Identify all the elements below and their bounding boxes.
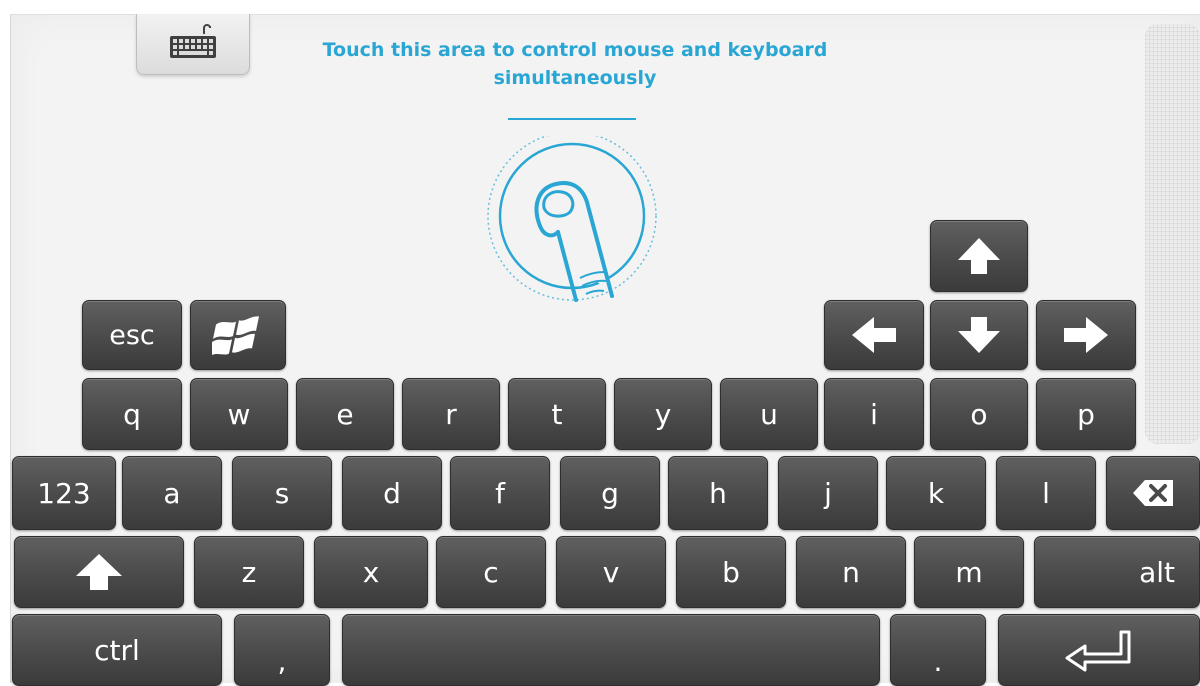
hint-divider <box>508 118 636 120</box>
comma-key[interactable]: , <box>234 614 330 686</box>
key-w[interactable]: w <box>190 378 288 450</box>
esc-key[interactable]: esc <box>82 300 182 370</box>
key-b[interactable]: b <box>676 536 786 608</box>
arrow-right-icon <box>1062 315 1110 355</box>
key-o[interactable]: o <box>930 378 1028 450</box>
arrow-left-icon <box>850 315 898 355</box>
arrow-left-key[interactable] <box>824 300 924 370</box>
key-f[interactable]: f <box>450 456 550 530</box>
arrow-down-key[interactable] <box>930 300 1028 370</box>
arrow-right-key[interactable] <box>1036 300 1136 370</box>
hint-line-2: simultaneously <box>493 67 657 89</box>
numbers-key[interactable]: 123 <box>12 456 116 530</box>
arrow-down-icon <box>956 315 1002 355</box>
period-key[interactable]: . <box>890 614 986 686</box>
key-m[interactable]: m <box>914 536 1024 608</box>
key-v[interactable]: v <box>556 536 666 608</box>
enter-key[interactable] <box>998 614 1200 686</box>
keyboard-icon <box>166 24 220 64</box>
alt-key[interactable]: alt <box>1034 536 1200 608</box>
key-r[interactable]: r <box>402 378 500 450</box>
touch-hint: Touch this area to control mouse and key… <box>260 36 890 92</box>
keyboard-toggle-button[interactable] <box>136 14 250 75</box>
arrow-up-icon <box>956 236 1002 276</box>
key-k[interactable]: k <box>886 456 986 530</box>
key-x[interactable]: x <box>314 536 428 608</box>
key-t[interactable]: t <box>508 378 606 450</box>
key-j[interactable]: j <box>778 456 878 530</box>
key-a[interactable]: a <box>122 456 222 530</box>
windows-key[interactable] <box>190 300 286 370</box>
key-d[interactable]: d <box>342 456 442 530</box>
key-z[interactable]: z <box>194 536 304 608</box>
shift-key[interactable] <box>14 536 184 608</box>
arrow-up-key[interactable] <box>930 220 1028 292</box>
key-u[interactable]: u <box>720 378 818 450</box>
key-g[interactable]: g <box>560 456 660 530</box>
space-key[interactable] <box>342 614 880 686</box>
key-c[interactable]: c <box>436 536 546 608</box>
key-p[interactable]: p <box>1036 378 1136 450</box>
backspace-key[interactable] <box>1106 456 1200 530</box>
key-s[interactable]: s <box>232 456 332 530</box>
enter-icon <box>1063 628 1135 672</box>
key-l[interactable]: l <box>996 456 1096 530</box>
scrollbar[interactable] <box>1145 24 1200 444</box>
key-e[interactable]: e <box>296 378 394 450</box>
ctrl-key[interactable]: ctrl <box>12 614 222 686</box>
key-i[interactable]: i <box>824 378 924 450</box>
key-n[interactable]: n <box>796 536 906 608</box>
finger-touch-icon <box>480 131 680 370</box>
key-y[interactable]: y <box>614 378 712 450</box>
key-h[interactable]: h <box>668 456 768 530</box>
shift-icon <box>74 552 124 592</box>
hint-line-1: Touch this area to control mouse and key… <box>322 39 828 61</box>
windows-logo-icon <box>212 313 264 357</box>
backspace-icon <box>1131 478 1175 508</box>
key-q[interactable]: q <box>82 378 182 450</box>
